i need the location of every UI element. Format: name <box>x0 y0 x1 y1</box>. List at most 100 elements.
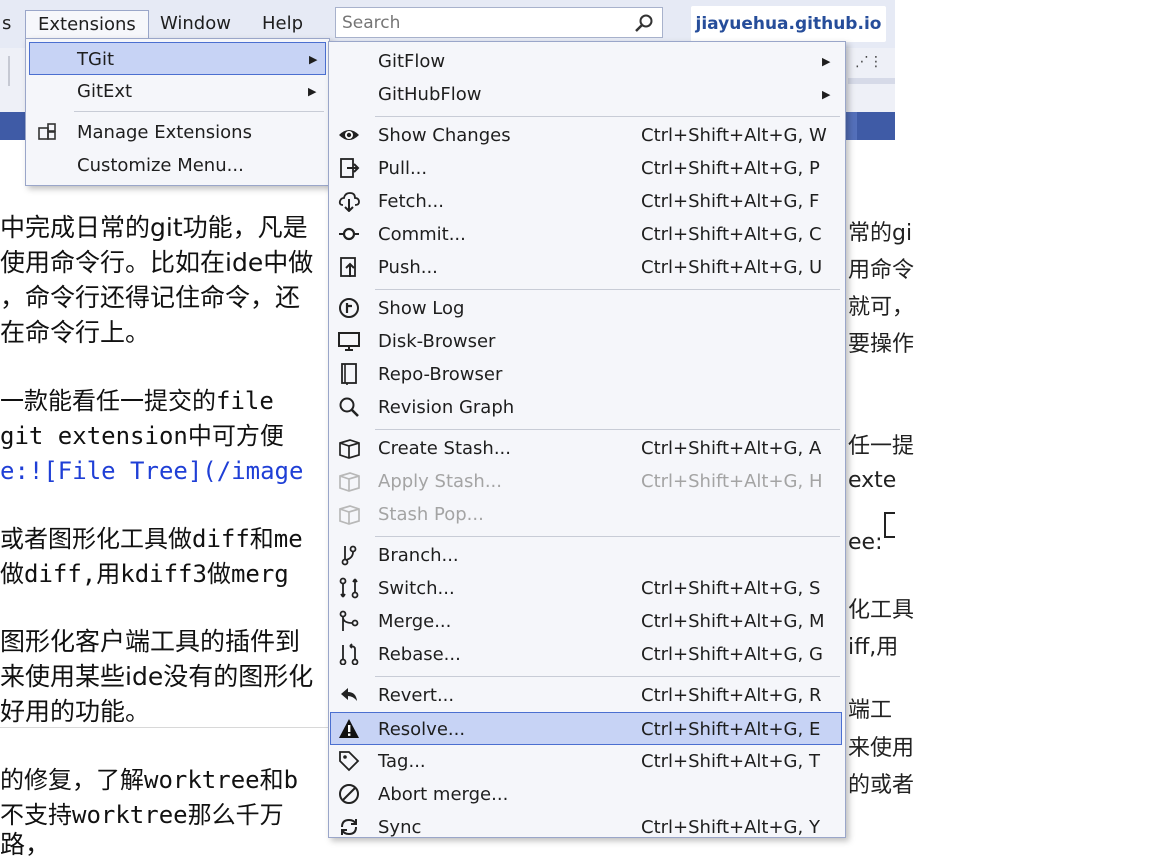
menu-item-show-changes[interactable]: Show Changes Ctrl+Shift+Alt+G, W <box>332 119 842 152</box>
menu-item-manage-extensions[interactable]: Manage Extensions <box>29 116 326 149</box>
sync-icon <box>338 816 360 838</box>
abort-icon <box>338 783 360 805</box>
doc-fragment: 用命令 <box>848 258 915 283</box>
doc-link-line: e:![File Tree](/image <box>0 457 304 485</box>
menu-separator <box>375 429 840 430</box>
extensions-icon <box>36 121 58 143</box>
monitor-icon <box>338 330 360 352</box>
doc-fragment: 端工 <box>848 698 893 723</box>
menu-item-apply-stash[interactable]: Apply Stash... Ctrl+Shift+Alt+G, H <box>332 465 842 498</box>
menu-item-label: Show Changes <box>378 125 511 146</box>
tab-fragment <box>845 112 857 140</box>
menu-item-show-log[interactable]: Show Log <box>332 292 842 325</box>
menu-item-gitext[interactable]: GitExt ▶ <box>29 75 326 108</box>
rebase-icon <box>338 643 360 666</box>
search-icon[interactable] <box>634 13 654 37</box>
menu-item-label: Show Log <box>378 298 465 319</box>
log-icon <box>338 297 360 319</box>
menu-item-repo-browser[interactable]: Repo-Browser <box>332 358 842 391</box>
menu-item-merge[interactable]: Merge... Ctrl+Shift+Alt+G, M <box>332 605 842 638</box>
menu-item-disk-browser[interactable]: Disk-Browser <box>332 325 842 358</box>
menu-item-label: TGit <box>77 49 115 70</box>
push-icon <box>338 256 360 278</box>
doc-line: 使用命令行。比如在ide中做 <box>0 248 314 277</box>
box-icon <box>338 470 360 492</box>
menu-window[interactable]: Window <box>148 10 243 38</box>
revert-icon <box>338 684 360 706</box>
menu-item-switch[interactable]: Switch... Ctrl+Shift+Alt+G, S <box>332 572 842 605</box>
doc-line: 一款能看任一提交的file <box>0 387 274 415</box>
doc-fragment: 要操作 <box>848 332 915 357</box>
menu-item-rebase[interactable]: Rebase... Ctrl+Shift+Alt+G, G <box>332 638 842 671</box>
menu-extensions[interactable]: Extensions <box>25 10 149 38</box>
menu-item-tag[interactable]: Tag... Ctrl+Shift+Alt+G, T <box>332 745 842 778</box>
menu-item-create-stash[interactable]: Create Stash... Ctrl+Shift+Alt+G, A <box>332 432 842 465</box>
eye-icon <box>338 124 360 146</box>
menu-item-shortcut: Ctrl+Shift+Alt+G, A <box>641 438 822 459</box>
doc-line: git extension中可方便 <box>0 422 284 450</box>
pull-icon <box>338 157 360 179</box>
menu-item-shortcut: Ctrl+Shift+Alt+G, E <box>641 719 821 740</box>
menu-item-push[interactable]: Push... Ctrl+Shift+Alt+G, U <box>332 251 842 284</box>
search-box[interactable] <box>335 7 663 38</box>
doc-line: 不支持worktree那么千万 <box>0 801 284 829</box>
doc-line: 来使用某些ide没有的图形化 <box>0 662 314 691</box>
menu-item-label: Customize Menu... <box>77 155 244 176</box>
menu-item-shortcut: Ctrl+Shift+Alt+G, F <box>641 191 820 212</box>
doc-image-frame <box>884 512 895 538</box>
menu-item-label: Push... <box>378 257 438 278</box>
menu-item-label: GitFlow <box>378 51 446 72</box>
menu-item-branch[interactable]: Branch... <box>332 539 842 572</box>
branch-icon <box>338 544 360 566</box>
toolbar-divider <box>8 56 10 86</box>
menu-item-label: Revert... <box>378 685 455 706</box>
doc-fragment: 化工具 <box>848 598 915 623</box>
book-icon <box>338 363 360 386</box>
menu-item-resolve[interactable]: Resolve... Ctrl+Shift+Alt+G, E <box>330 712 842 745</box>
menu-item-stash-pop[interactable]: Stash Pop... <box>332 498 842 531</box>
menu-item-label: Tag... <box>378 751 426 772</box>
search-input[interactable] <box>336 8 616 37</box>
menu-item-fetch[interactable]: Fetch... Ctrl+Shift+Alt+G, F <box>332 185 842 218</box>
menu-item-gitflow[interactable]: GitFlow ▶ <box>332 45 842 78</box>
menu-item-tgit[interactable]: TGit ▶ <box>29 42 326 75</box>
doc-fragment: 任一提 <box>848 434 915 459</box>
extensions-menu: TGit ▶ GitExt ▶ Manage Extensions Custom… <box>25 38 330 186</box>
menu-item-label: Branch... <box>378 545 459 566</box>
menu-item-label: Rebase... <box>378 644 461 665</box>
menu-item-commit[interactable]: Commit... Ctrl+Shift+Alt+G, C <box>332 218 842 251</box>
menu-item-shortcut: Ctrl+Shift+Alt+G, Y <box>641 817 820 838</box>
menu-item-pull[interactable]: Pull... Ctrl+Shift+Alt+G, P <box>332 152 842 185</box>
toolbar-edge <box>848 78 895 84</box>
menu-item-label: Switch... <box>378 578 455 599</box>
doc-line: 在命令行上。 <box>0 318 151 347</box>
submenu-arrow-icon: ▶ <box>309 53 318 66</box>
menu-partial-item[interactable]: s <box>0 10 23 38</box>
menu-item-shortcut: Ctrl+Shift+Alt+G, G <box>641 644 823 665</box>
menu-item-abort-merge[interactable]: Abort merge... <box>332 778 842 811</box>
doc-line: 的修复，了解worktree和b <box>0 766 299 794</box>
toolbar-overflow-icon[interactable]: ⋰⋮ <box>855 54 883 70</box>
menu-item-shortcut: Ctrl+Shift+Alt+G, P <box>641 158 820 179</box>
menu-help[interactable]: Help <box>250 10 315 38</box>
menu-item-customize-menu[interactable]: Customize Menu... <box>29 149 326 182</box>
menu-item-shortcut: Ctrl+Shift+Alt+G, H <box>641 471 823 492</box>
doc-fragment: 来使用 <box>848 736 915 761</box>
menu-item-label: Repo-Browser <box>378 364 503 385</box>
menu-item-shortcut: Ctrl+Shift+Alt+G, U <box>641 257 823 278</box>
menu-item-label: Abort merge... <box>378 784 509 805</box>
doc-line: 路， <box>0 830 51 859</box>
menu-item-revision-graph[interactable]: Revision Graph <box>332 391 842 424</box>
menu-item-revert[interactable]: Revert... Ctrl+Shift+Alt+G, R <box>332 679 842 712</box>
menu-item-shortcut: Ctrl+Shift+Alt+G, M <box>641 611 825 632</box>
doc-fragment: 常的gi <box>848 221 913 246</box>
doc-line: 中完成日常的git功能，凡是 <box>0 213 308 242</box>
menu-item-sync[interactable]: Sync Ctrl+Shift+Alt+G, Y <box>332 811 842 844</box>
menu-item-label: Pull... <box>378 158 428 179</box>
submenu-arrow-icon: ▶ <box>822 55 831 68</box>
commit-icon <box>338 223 360 245</box>
doc-divider <box>0 727 330 728</box>
merge-icon <box>338 610 360 632</box>
menu-item-githubflow[interactable]: GitHubFlow ▶ <box>332 78 842 111</box>
menu-separator <box>375 289 840 290</box>
